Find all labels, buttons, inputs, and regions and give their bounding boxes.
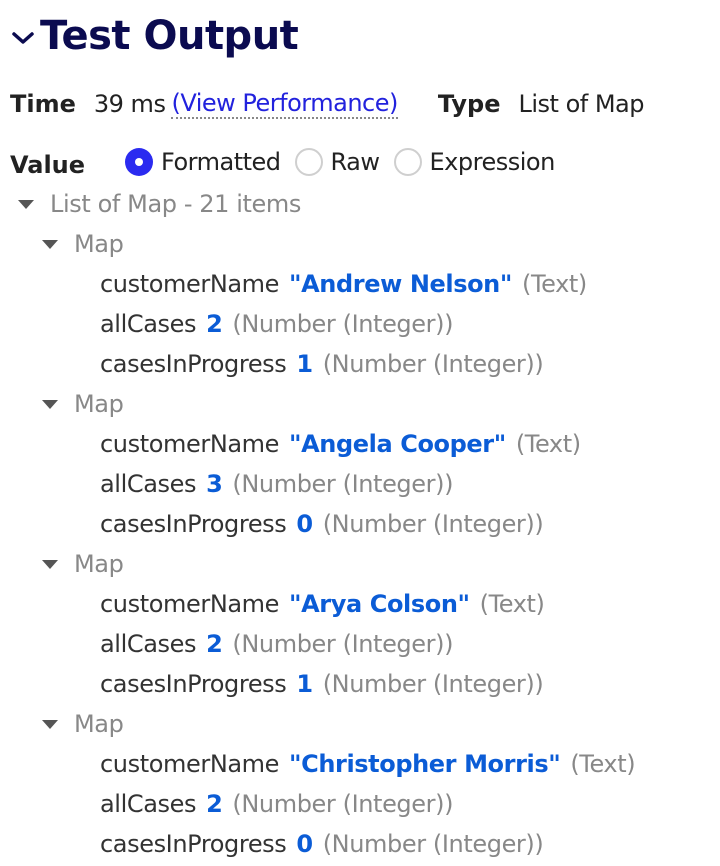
radio-label: Formatted bbox=[161, 148, 281, 176]
map-field: allCases 2 (Number (Integer)) bbox=[0, 624, 720, 664]
radio-button[interactable] bbox=[294, 148, 323, 176]
view-performance-link[interactable]: (View Performance) bbox=[171, 89, 398, 119]
field-value: 1 bbox=[296, 350, 313, 378]
radio-formatted[interactable]: Formatted bbox=[125, 148, 281, 176]
map-field: allCases 3 (Number (Integer)) bbox=[0, 464, 720, 504]
field-value: 2 bbox=[206, 310, 223, 338]
field-key: customerName bbox=[100, 270, 280, 298]
map-label: Map bbox=[74, 390, 124, 418]
radio-raw[interactable]: Raw bbox=[294, 148, 380, 176]
field-value: 3 bbox=[206, 470, 223, 498]
field-type: (Number (Integer)) bbox=[232, 470, 454, 498]
radio-label: Raw bbox=[330, 148, 380, 176]
map-field: casesInProgress 1 (Number (Integer)) bbox=[0, 344, 720, 384]
map-field: allCases 2 (Number (Integer)) bbox=[0, 784, 720, 824]
map-field: allCases 2 (Number (Integer)) bbox=[0, 304, 720, 344]
field-key: customerName bbox=[100, 750, 280, 778]
section-title: Test Output bbox=[40, 13, 299, 59]
map-field: casesInProgress 0 (Number (Integer)) bbox=[0, 504, 720, 544]
field-type: (Number (Integer)) bbox=[232, 790, 454, 818]
value-label: Value bbox=[10, 151, 86, 179]
caret-down-icon[interactable] bbox=[42, 719, 58, 729]
map-field: customerName "Andrew Nelson" (Text) bbox=[0, 264, 720, 304]
tree-root-label: List of Map - 21 items bbox=[50, 190, 302, 218]
radio-button-checked[interactable] bbox=[125, 148, 154, 176]
field-type: (Number (Integer)) bbox=[232, 310, 454, 338]
field-type: (Number (Integer)) bbox=[322, 670, 544, 698]
field-key: allCases bbox=[100, 630, 197, 658]
field-value: 2 bbox=[206, 790, 223, 818]
field-value: "Andrew Nelson" bbox=[289, 270, 512, 298]
field-key: casesInProgress bbox=[100, 670, 287, 698]
caret-down-icon[interactable] bbox=[42, 239, 58, 249]
time-value: 39 ms bbox=[93, 90, 166, 118]
field-value: 0 bbox=[296, 510, 313, 538]
caret-down-icon[interactable] bbox=[42, 559, 58, 569]
field-key: allCases bbox=[100, 470, 197, 498]
map-field: customerName "Angela Cooper" (Text) bbox=[0, 424, 720, 464]
radio-expression[interactable]: Expression bbox=[393, 148, 556, 176]
field-value: 2 bbox=[206, 630, 223, 658]
field-value: "Arya Colson" bbox=[289, 590, 470, 618]
radio-label: Expression bbox=[429, 148, 556, 176]
map-field: casesInProgress 1 (Number (Integer)) bbox=[0, 664, 720, 704]
field-type: (Text) bbox=[521, 270, 587, 298]
field-key: allCases bbox=[100, 310, 197, 338]
field-type: (Number (Integer)) bbox=[322, 510, 544, 538]
caret-down-icon[interactable] bbox=[18, 199, 34, 209]
chevron-down-icon[interactable] bbox=[10, 28, 36, 48]
field-value: 1 bbox=[296, 670, 313, 698]
map-label: Map bbox=[74, 710, 124, 738]
test-output-header[interactable]: Test Output bbox=[10, 8, 299, 64]
tree-root[interactable]: List of Map - 21 items bbox=[0, 184, 720, 224]
field-value: "Christopher Morris" bbox=[289, 750, 561, 778]
map-label: Map bbox=[74, 550, 124, 578]
map-label: Map bbox=[74, 230, 124, 258]
value-format-selector: Value Formatted Raw Expression bbox=[10, 142, 569, 182]
map-node[interactable]: Map bbox=[0, 224, 720, 264]
field-type: (Number (Integer)) bbox=[322, 830, 544, 858]
output-tree: List of Map - 21 items Map customerName … bbox=[0, 184, 720, 864]
caret-down-icon[interactable] bbox=[42, 399, 58, 409]
map-node[interactable]: Map bbox=[0, 704, 720, 744]
field-key: customerName bbox=[100, 430, 280, 458]
field-key: casesInProgress bbox=[100, 350, 287, 378]
radio-button[interactable] bbox=[393, 148, 422, 176]
field-key: customerName bbox=[100, 590, 280, 618]
map-node[interactable]: Map bbox=[0, 384, 720, 424]
type-value: List of Map bbox=[518, 90, 644, 118]
map-field: casesInProgress 0 (Number (Integer)) bbox=[0, 824, 720, 864]
map-field: customerName "Arya Colson" (Text) bbox=[0, 584, 720, 624]
field-type: (Text) bbox=[515, 430, 581, 458]
time-label: Time bbox=[10, 90, 76, 118]
map-node[interactable]: Map bbox=[0, 544, 720, 584]
map-field: customerName "Christopher Morris" (Text) bbox=[0, 744, 720, 784]
type-label: Type bbox=[437, 90, 501, 118]
field-type: (Text) bbox=[570, 750, 636, 778]
meta-row: Time 39 ms (View Performance) Type List … bbox=[10, 86, 644, 122]
field-type: (Number (Integer)) bbox=[322, 350, 544, 378]
field-type: (Number (Integer)) bbox=[232, 630, 454, 658]
field-value: 0 bbox=[296, 830, 313, 858]
field-type: (Text) bbox=[479, 590, 545, 618]
field-value: "Angela Cooper" bbox=[289, 430, 506, 458]
field-key: casesInProgress bbox=[100, 510, 287, 538]
field-key: allCases bbox=[100, 790, 197, 818]
field-key: casesInProgress bbox=[100, 830, 287, 858]
